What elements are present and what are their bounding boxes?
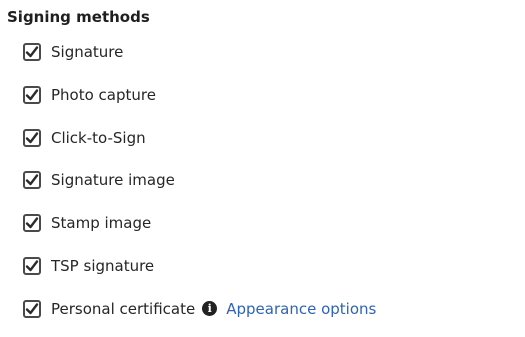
checkmark-icon bbox=[25, 46, 39, 58]
option-label: TSP signature bbox=[51, 256, 155, 275]
tsp-signature-checkbox[interactable] bbox=[23, 256, 41, 275]
option-click-to-sign: Click-to-Sign bbox=[23, 126, 376, 150]
option-stamp-image: Stamp image bbox=[23, 211, 376, 235]
click-to-sign-checkbox[interactable] bbox=[23, 128, 41, 147]
option-personal-certificate: Personal certificate i Appearance option… bbox=[23, 297, 376, 321]
option-signature: Signature bbox=[23, 40, 376, 64]
option-photo-capture: Photo capture bbox=[23, 83, 376, 107]
photo-capture-checkbox[interactable] bbox=[23, 85, 41, 104]
signature-checkbox[interactable] bbox=[23, 43, 41, 61]
option-signature-image: Signature image bbox=[23, 168, 376, 192]
checkmark-icon bbox=[25, 89, 39, 100]
option-label: Stamp image bbox=[51, 214, 152, 233]
checkmark-icon bbox=[25, 260, 39, 272]
section-title: Signing methods bbox=[7, 8, 150, 26]
option-label: Personal certificate bbox=[51, 299, 196, 318]
signing-methods-list: Signature Photo capture Click-to-Sign Si… bbox=[23, 40, 376, 337]
checkmark-icon bbox=[25, 303, 39, 314]
option-label: Photo capture bbox=[51, 85, 156, 104]
checkmark-icon bbox=[25, 217, 39, 229]
option-label: Signature image bbox=[51, 171, 175, 190]
option-tsp-signature: TSP signature bbox=[23, 254, 376, 278]
appearance-options-link[interactable]: Appearance options bbox=[226, 299, 376, 319]
signature-image-checkbox[interactable] bbox=[23, 171, 41, 190]
info-icon[interactable]: i bbox=[202, 301, 218, 317]
option-label: Click-to-Sign bbox=[51, 128, 146, 147]
checkmark-icon bbox=[25, 174, 39, 186]
checkmark-icon bbox=[25, 131, 39, 143]
personal-certificate-checkbox[interactable] bbox=[23, 299, 41, 318]
stamp-image-checkbox[interactable] bbox=[23, 214, 41, 233]
option-label: Signature bbox=[51, 43, 124, 61]
